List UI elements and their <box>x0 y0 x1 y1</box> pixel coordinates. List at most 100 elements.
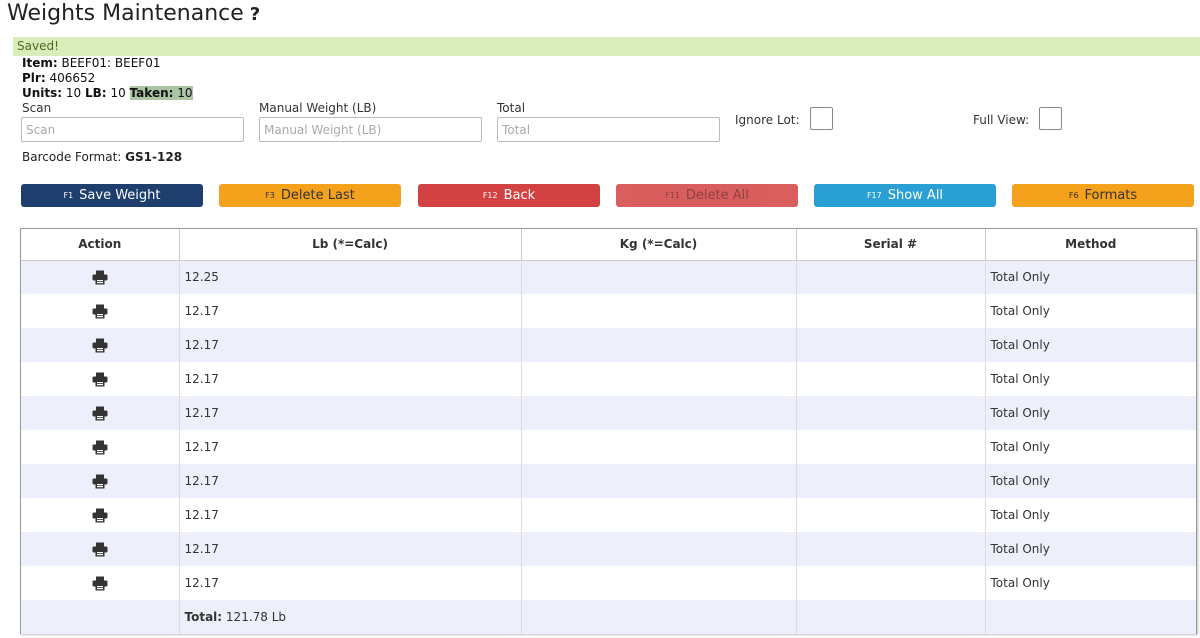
column-header-kg[interactable]: Kg (*=Calc) <box>521 229 797 261</box>
back-button[interactable]: F12 Back <box>418 184 600 207</box>
barcode-format-label: Barcode Format: <box>22 150 122 164</box>
save-weight-button[interactable]: F1 Save Weight <box>21 184 203 207</box>
print-icon[interactable] <box>92 270 108 285</box>
total-row-value: 121.78 Lb <box>225 610 287 624</box>
action-cell <box>21 464 180 498</box>
print-icon[interactable] <box>92 440 108 454</box>
barcode-format-value: GS1-128 <box>125 150 183 164</box>
page-title-text: Weights Maintenance <box>7 1 244 26</box>
lb-cell: 12.17 <box>179 430 522 464</box>
table-row: 12.17 Total Only <box>21 566 1196 600</box>
delete-last-label: Delete Last <box>280 188 355 203</box>
total-label: Total <box>497 101 526 115</box>
delete-all-label: Delete All <box>685 188 749 203</box>
kg-cell <box>521 362 797 396</box>
print-icon[interactable] <box>92 542 108 556</box>
column-header-lb[interactable]: Lb (*=Calc) <box>179 229 522 261</box>
kg-cell <box>521 498 797 532</box>
method-cell: Total Only <box>985 294 1196 328</box>
total-row-label: Total: <box>184 610 223 624</box>
kg-cell <box>521 396 797 430</box>
save-weight-fkey: F1 <box>63 191 74 200</box>
show-all-fkey: F17 <box>866 191 882 200</box>
kg-cell <box>521 566 797 600</box>
units-value: 10 <box>65 86 82 100</box>
action-cell <box>21 430 180 464</box>
total-serial-cell <box>796 600 986 634</box>
full-view-label: Full View: <box>973 113 1030 127</box>
ignore-lot-checkbox[interactable] <box>810 107 833 130</box>
show-all-button[interactable]: F17 Show All <box>814 184 996 207</box>
formats-fkey: F6 <box>1068 191 1079 200</box>
column-header-action[interactable]: Action <box>21 229 180 261</box>
scan-input[interactable] <box>21 117 244 142</box>
print-icon[interactable] <box>92 338 108 352</box>
action-cell <box>21 362 180 396</box>
barcode-format: Barcode Format: GS1-128 <box>22 150 182 164</box>
back-label: Back <box>503 188 536 203</box>
units-info: Units: 10 LB: 10 Taken: 10 <box>22 86 193 101</box>
action-cell <box>21 294 180 328</box>
item-label: Item: <box>22 56 58 70</box>
table-row: 12.17 Total Only <box>21 498 1196 532</box>
print-icon[interactable] <box>92 576 108 590</box>
taken-label: Taken: <box>129 86 174 100</box>
kg-cell <box>521 294 797 328</box>
table-header-row: Action Lb (*=Calc) Kg (*=Calc) Serial # … <box>21 229 1196 261</box>
serial-cell <box>796 260 986 294</box>
save-weight-label: Save Weight <box>79 188 161 203</box>
ignore-lot-label: Ignore Lot: <box>735 113 800 127</box>
saved-alert: Saved! <box>13 37 1200 56</box>
full-view-checkbox[interactable] <box>1039 107 1062 130</box>
kg-cell <box>521 532 797 566</box>
serial-cell <box>796 464 986 498</box>
delete-all-fkey: F11 <box>665 191 680 200</box>
action-cell <box>21 328 180 362</box>
table-row: 12.17 Total Only <box>21 328 1196 362</box>
formats-button[interactable]: F6 Formats <box>1012 184 1194 207</box>
serial-cell <box>796 430 986 464</box>
lb-cell: 12.25 <box>179 260 522 294</box>
print-icon[interactable] <box>92 304 108 318</box>
delete-all-button[interactable]: F11 Delete All <box>616 184 798 207</box>
column-header-serial[interactable]: Serial # <box>796 229 986 261</box>
method-cell: Total Only <box>985 532 1196 566</box>
total-row: Total: 121.78 Lb <box>21 600 1196 634</box>
print-icon[interactable] <box>92 372 108 386</box>
print-icon[interactable] <box>92 474 108 488</box>
formats-label: Formats <box>1084 188 1138 203</box>
serial-cell <box>796 362 986 396</box>
delete-last-button[interactable]: F3 Delete Last <box>219 184 401 207</box>
print-icon[interactable] <box>92 508 108 522</box>
lb-cell: 12.17 <box>179 362 522 396</box>
plr-info: Plr: 406652 <box>22 71 95 86</box>
manual-weight-input[interactable] <box>259 117 482 142</box>
table-row: 12.17 Total Only <box>21 294 1196 328</box>
method-cell: Total Only <box>985 260 1196 294</box>
action-cell <box>21 566 180 600</box>
total-input[interactable] <box>497 117 720 142</box>
units-label: Units: <box>22 86 63 100</box>
serial-cell <box>796 566 986 600</box>
action-cell <box>21 532 180 566</box>
kg-cell <box>521 464 797 498</box>
lb-cell: 12.17 <box>179 498 522 532</box>
lb-value: 10 <box>110 86 126 100</box>
table-row: 12.17 Total Only <box>21 430 1196 464</box>
item-info: Item: BEEF01: BEEF01 <box>22 56 160 71</box>
lb-label: LB: <box>85 86 107 100</box>
column-header-method[interactable]: Method <box>985 229 1196 261</box>
help-icon[interactable]: ? <box>250 4 260 25</box>
lb-cell: 12.17 <box>179 532 522 566</box>
method-cell: Total Only <box>985 328 1196 362</box>
lb-cell: 12.17 <box>179 396 522 430</box>
kg-cell <box>521 430 797 464</box>
total-lb-cell: Total: 121.78 Lb <box>179 600 522 634</box>
print-icon[interactable] <box>92 406 108 420</box>
back-fkey: F12 <box>482 191 498 200</box>
table-row: 12.17 Total Only <box>21 362 1196 396</box>
item-value: BEEF01: BEEF01 <box>61 56 161 70</box>
plr-label: Plr: <box>22 71 46 85</box>
weights-table: Action Lb (*=Calc) Kg (*=Calc) Serial # … <box>21 229 1196 634</box>
serial-cell <box>796 294 986 328</box>
